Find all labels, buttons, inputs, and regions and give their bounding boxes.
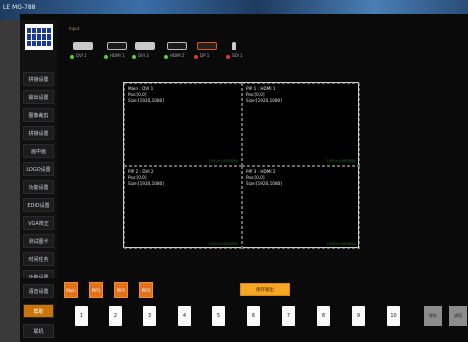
- sidebar-item-edid[interactable]: EDID设置: [23, 198, 54, 212]
- preset-button-10[interactable]: 10: [387, 306, 400, 326]
- status-dot: [194, 55, 198, 59]
- status-dot: [164, 55, 168, 59]
- sidebar-item-connect[interactable]: 联机: [23, 324, 54, 338]
- sidebar-item-voice[interactable]: 语音设置: [23, 284, 54, 298]
- sidebar-item-splice-2[interactable]: 拼接设置: [23, 126, 54, 140]
- preset-button-6[interactable]: 6: [247, 306, 260, 326]
- layout-preview[interactable]: Main : DVI 1 Pos:[0,0] Size:[1920,1080] …: [123, 82, 360, 249]
- port-sdi1[interactable]: SDI 1: [226, 42, 256, 64]
- preset-button-3[interactable]: 3: [143, 306, 156, 326]
- sidebar-item-pip[interactable]: 画中画: [23, 144, 54, 158]
- sidebar-item-logo[interactable]: LOGO设置: [23, 162, 54, 176]
- mode-button-pip2[interactable]: PIP2: [114, 282, 128, 298]
- sidebar-item-function[interactable]: 功能设置: [23, 180, 54, 194]
- sidebar-bottom: 语音设置 帮助 联机: [20, 278, 57, 342]
- preset-button-8[interactable]: 8: [317, 306, 330, 326]
- status-dot: [70, 55, 74, 59]
- pane-pip2[interactable]: PIP 2 : DVI 2 Pos:[0,0] Size:[1920,1080]…: [124, 166, 242, 249]
- pane-pip3[interactable]: PIP 3 : HDMI 2 Pos:[0,0] Size:[1920,1080…: [242, 166, 360, 249]
- status-dot: [226, 55, 230, 59]
- sidebar-item-output[interactable]: 输出设置: [23, 90, 54, 104]
- pane-pip1[interactable]: PIP 1 : HDMI 1 Pos:[0,0] Size:[1920,1080…: [242, 83, 360, 166]
- input-panel: Input DVI 1 HDMI 1 DVI 2 HDMI 2 DP 1 SDI…: [62, 26, 468, 66]
- mode-button-pip1[interactable]: PIP1: [89, 282, 103, 298]
- sdi-icon: [232, 42, 236, 50]
- sidebar-item-vga[interactable]: VGA校正: [23, 216, 54, 230]
- dvi-icon: [73, 42, 93, 50]
- port-dp1[interactable]: DP 1: [194, 42, 224, 64]
- preset-button-4[interactable]: 4: [178, 306, 191, 326]
- preset-button-5[interactable]: 5: [212, 306, 225, 326]
- dvi-icon: [135, 42, 155, 50]
- port-hdmi1[interactable]: HDMI 1: [104, 42, 134, 64]
- window-title: LE MG-788: [3, 4, 36, 11]
- preset-button-9[interactable]: 9: [352, 306, 365, 326]
- preset-button-7[interactable]: 7: [282, 306, 295, 326]
- pane-main[interactable]: Main : DVI 1 Pos:[0,0] Size:[1920,1080] …: [124, 83, 242, 166]
- mode-button-main[interactable]: Main: [64, 282, 78, 298]
- app-logo: [25, 24, 53, 50]
- sidebar-item-crop[interactable]: 图像裁剪: [23, 108, 54, 122]
- sidebar-item-help[interactable]: 帮助: [23, 304, 54, 318]
- save-preset-button[interactable]: 保存: [424, 306, 442, 326]
- status-dot: [104, 55, 108, 59]
- load-preset-button[interactable]: 调用: [449, 306, 467, 326]
- sidebar-item-test[interactable]: 测试图卡: [23, 234, 54, 248]
- port-hdmi2[interactable]: HDMI 2: [164, 42, 194, 64]
- port-dvi2[interactable]: DVI 2: [132, 42, 162, 64]
- preset-button-2[interactable]: 2: [109, 306, 122, 326]
- input-label: Input: [69, 26, 80, 31]
- hdmi-icon: [167, 42, 187, 50]
- mode-button-pip3[interactable]: PIP3: [139, 282, 153, 298]
- preset-button-1[interactable]: 1: [75, 306, 88, 326]
- save-output-button[interactable]: 保存输出: [240, 283, 290, 296]
- displayport-icon: [197, 42, 217, 50]
- sidebar-item-splice[interactable]: 拼接设置: [23, 72, 54, 86]
- status-dot: [132, 55, 136, 59]
- port-dvi1[interactable]: DVI 1: [70, 42, 100, 64]
- sidebar-item-timer[interactable]: 时间任务: [23, 252, 54, 266]
- hdmi-icon: [107, 42, 127, 50]
